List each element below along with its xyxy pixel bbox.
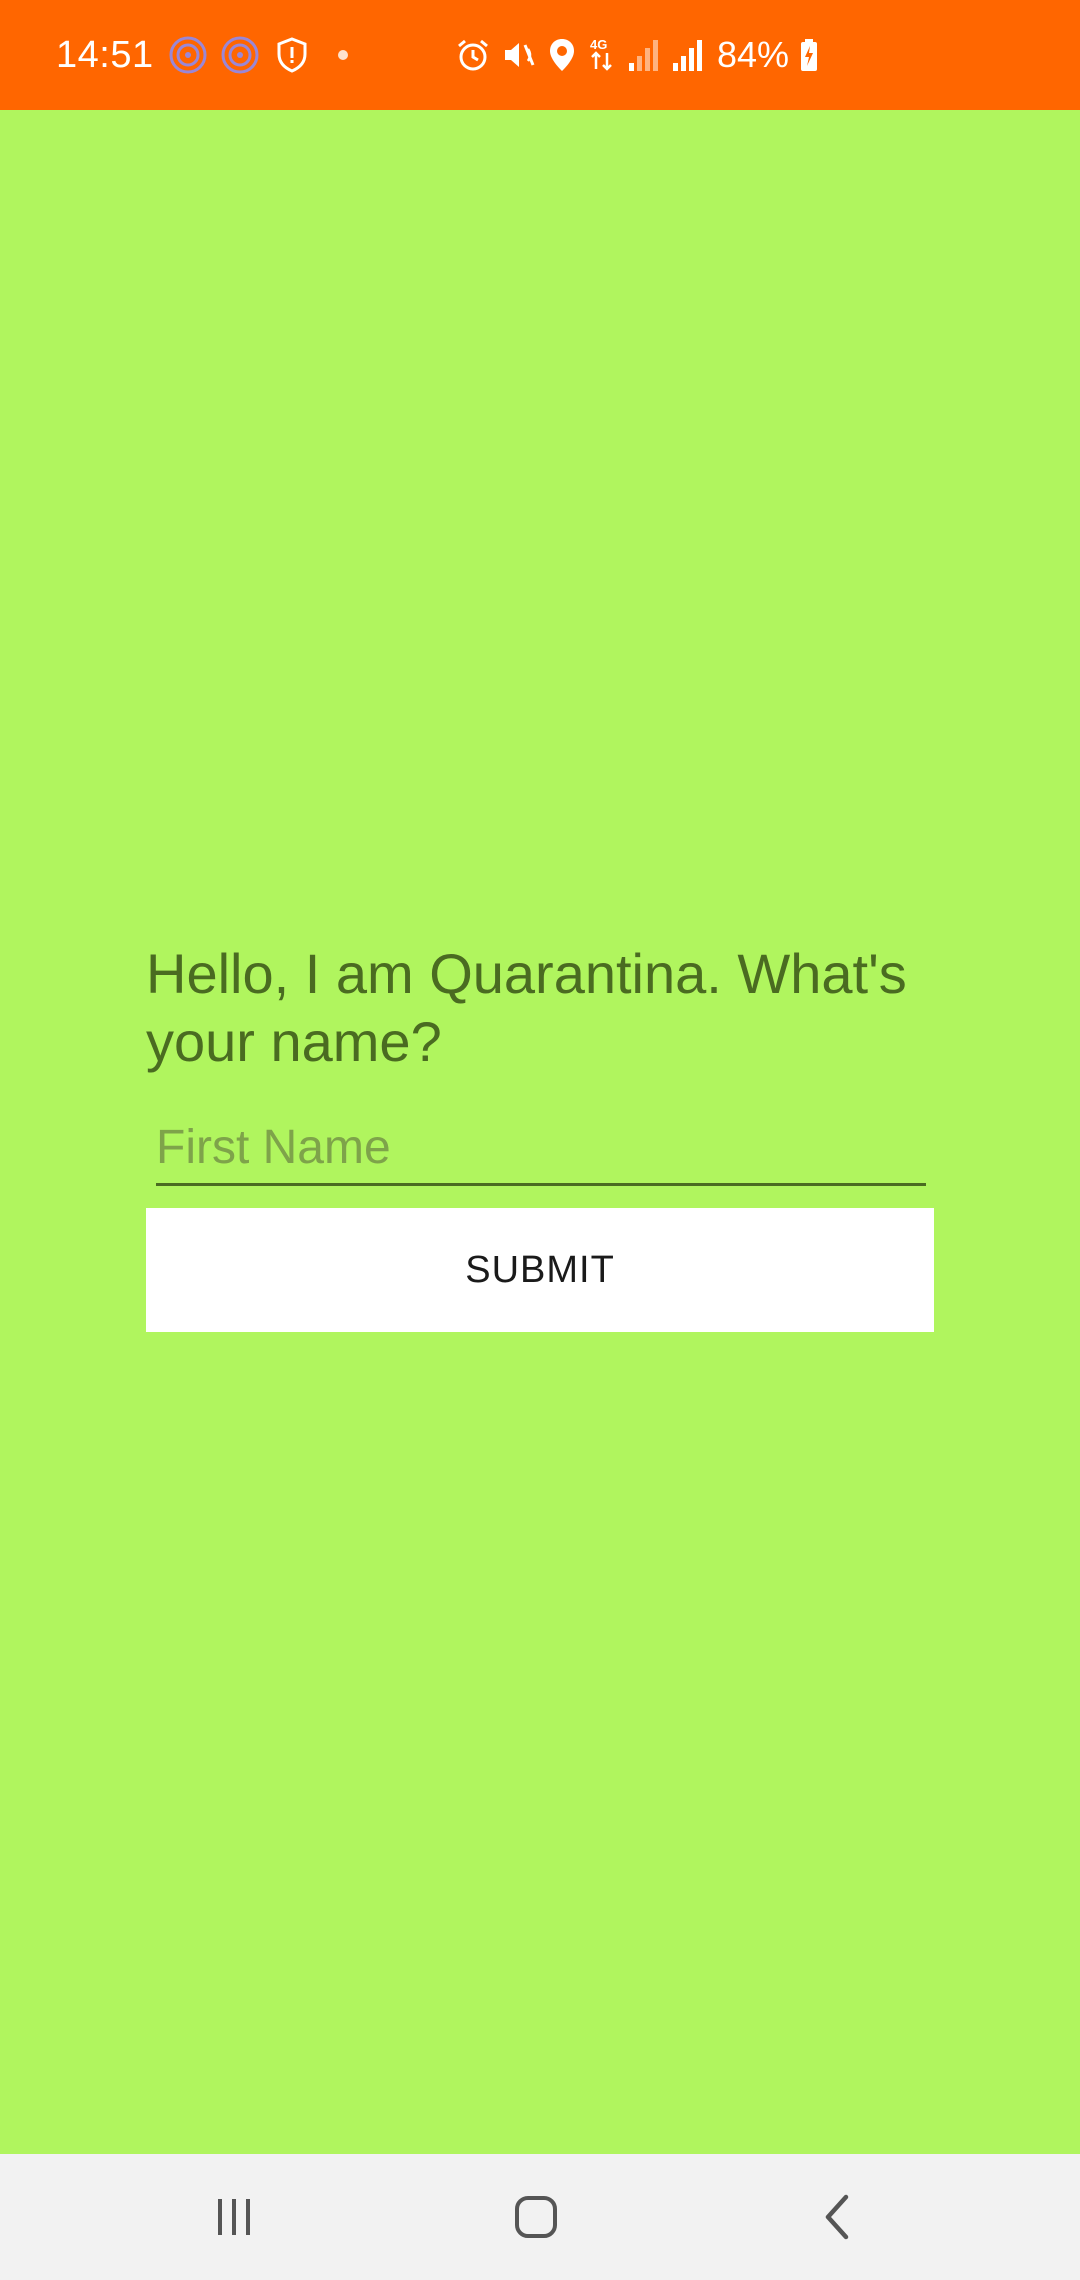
4g-data-icon: 4G bbox=[587, 35, 617, 75]
mute-icon bbox=[501, 35, 537, 75]
signal-icon bbox=[627, 35, 661, 75]
wifi-calling-icon bbox=[168, 35, 208, 75]
wifi-calling-icon bbox=[220, 35, 260, 75]
recents-icon bbox=[218, 2199, 250, 2235]
signal-icon bbox=[671, 35, 705, 75]
status-time: 14:51 bbox=[56, 33, 154, 76]
back-button[interactable] bbox=[758, 2154, 918, 2280]
recents-button[interactable] bbox=[154, 2154, 314, 2280]
greeting-prompt: Hello, I am Quarantina. What's your name… bbox=[146, 942, 907, 1073]
battery-charging-icon bbox=[799, 35, 819, 75]
status-right: 4G 84% bbox=[455, 0, 819, 110]
home-icon bbox=[515, 2196, 557, 2238]
home-button[interactable] bbox=[456, 2154, 616, 2280]
battery-percentage: 84% bbox=[717, 34, 790, 75]
alarm-icon bbox=[455, 35, 491, 75]
back-icon bbox=[825, 2194, 849, 2240]
svg-text:4G: 4G bbox=[590, 37, 607, 52]
status-bar: 14:51 4G 84% bbox=[0, 0, 1080, 110]
submit-button[interactable]: SUBMIT bbox=[146, 1208, 934, 1332]
status-left: 14:51 bbox=[56, 0, 348, 110]
navigation-bar bbox=[0, 2154, 1080, 2280]
main-content: Hello, I am Quarantina. What's your name… bbox=[146, 940, 936, 1332]
first-name-input[interactable] bbox=[156, 1112, 926, 1182]
shield-icon bbox=[272, 35, 312, 75]
first-name-field[interactable] bbox=[156, 1112, 926, 1186]
dot-icon bbox=[337, 50, 348, 60]
notification-icons bbox=[168, 35, 348, 75]
location-icon bbox=[547, 35, 577, 75]
